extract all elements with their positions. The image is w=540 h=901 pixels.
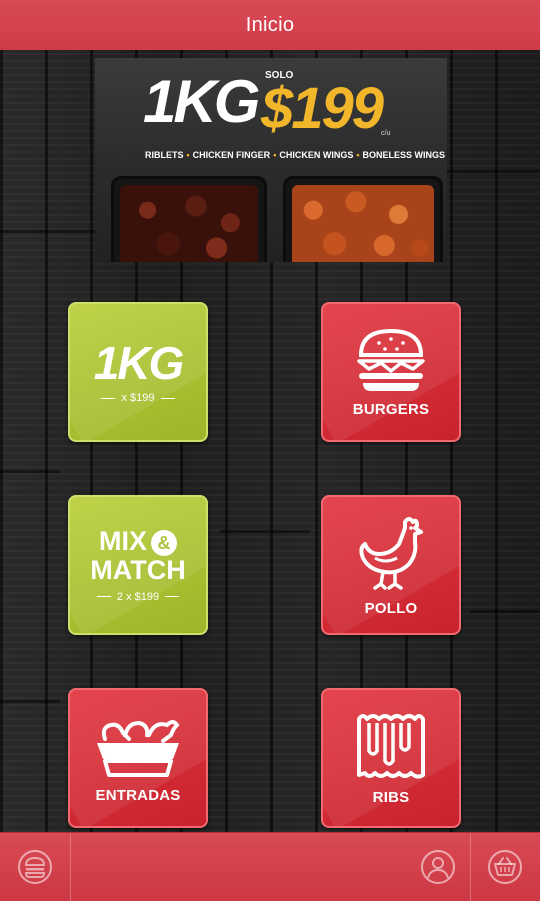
wings-tray-image [283,176,443,262]
page-title: Inicio [245,13,295,36]
bottom-navigation [0,832,540,901]
tile-mix-price: 2 x $199 [116,590,160,603]
tile-entradas-label: ENTRADAS [95,786,181,804]
tile-burgers[interactable]: BURGERS [321,302,461,442]
tile-pollo[interactable]: POLLO [321,495,461,635]
promo-banner[interactable]: 1KG SOLO $199 c/u RIBLETS • CHICKEN FINGER… [95,58,447,262]
tile-1kg-title: 1KG [93,337,185,389]
user-profile-icon[interactable] [420,849,456,885]
tile-mix-match[interactable]: MIX & MATCH 2 x $199 [68,495,208,635]
app-header: Inicio [0,0,540,51]
tile-pollo-label: POLLO [364,599,418,617]
ribs-icon [357,713,425,779]
menu-burger-icon[interactable] [17,849,53,885]
tile-mix-line2: MATCH [90,555,186,586]
riblets-tray-image [111,176,267,262]
tile-mix-amp: & [151,530,177,557]
burger-icon [357,328,425,391]
appetizer-basket-icon [97,719,180,777]
tile-ribs-label: RIBS [372,788,410,806]
tile-ribs[interactable]: RIBS [321,688,461,828]
tile-1kg-price: x $199 [121,392,155,404]
tile-1kg[interactable]: 1KG x $199 [68,302,208,442]
tile-burgers-label: BURGERS [352,400,430,418]
basket-icon[interactable] [487,849,523,885]
banner-per-unit: c/u [381,130,391,137]
banner-price: $199 [261,76,384,141]
banner-weight: 1KG [143,68,260,135]
chicken-icon [359,516,423,590]
tile-mix-line1: MIX [98,526,147,557]
banner-items: RIBLETS • CHICKEN FINGER • CHICKEN WINGS • BON… [145,150,446,160]
tile-entradas[interactable]: ENTRADAS [68,688,208,828]
